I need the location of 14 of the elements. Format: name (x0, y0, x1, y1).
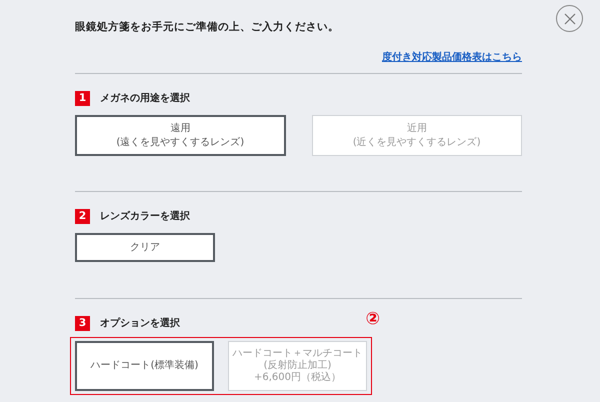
section-title: レンズカラーを選択 (100, 210, 190, 224)
step-number: 1 (75, 91, 90, 106)
section-title: オプションを選択 (100, 316, 180, 331)
section-title: メガネの用途を選択 (100, 92, 190, 106)
step-number: 3 (75, 316, 90, 331)
option-button[interactable]: クリア (75, 233, 215, 262)
price-table-link[interactable]: 度付き対応製品価格表はこちら (382, 50, 522, 65)
instruction-text: 眼鏡処方箋をお手元にご準備の上、ご入力ください。 (75, 20, 340, 34)
annotation-label: ② (366, 311, 380, 328)
step-number: 2 (75, 209, 90, 224)
option-button[interactable]: ハードコート(標準装備) (75, 341, 214, 391)
option-button[interactable]: 遠用 (遠くを見やすくするレンズ) (75, 115, 286, 156)
close-button[interactable] (556, 5, 583, 32)
close-icon (564, 12, 576, 24)
